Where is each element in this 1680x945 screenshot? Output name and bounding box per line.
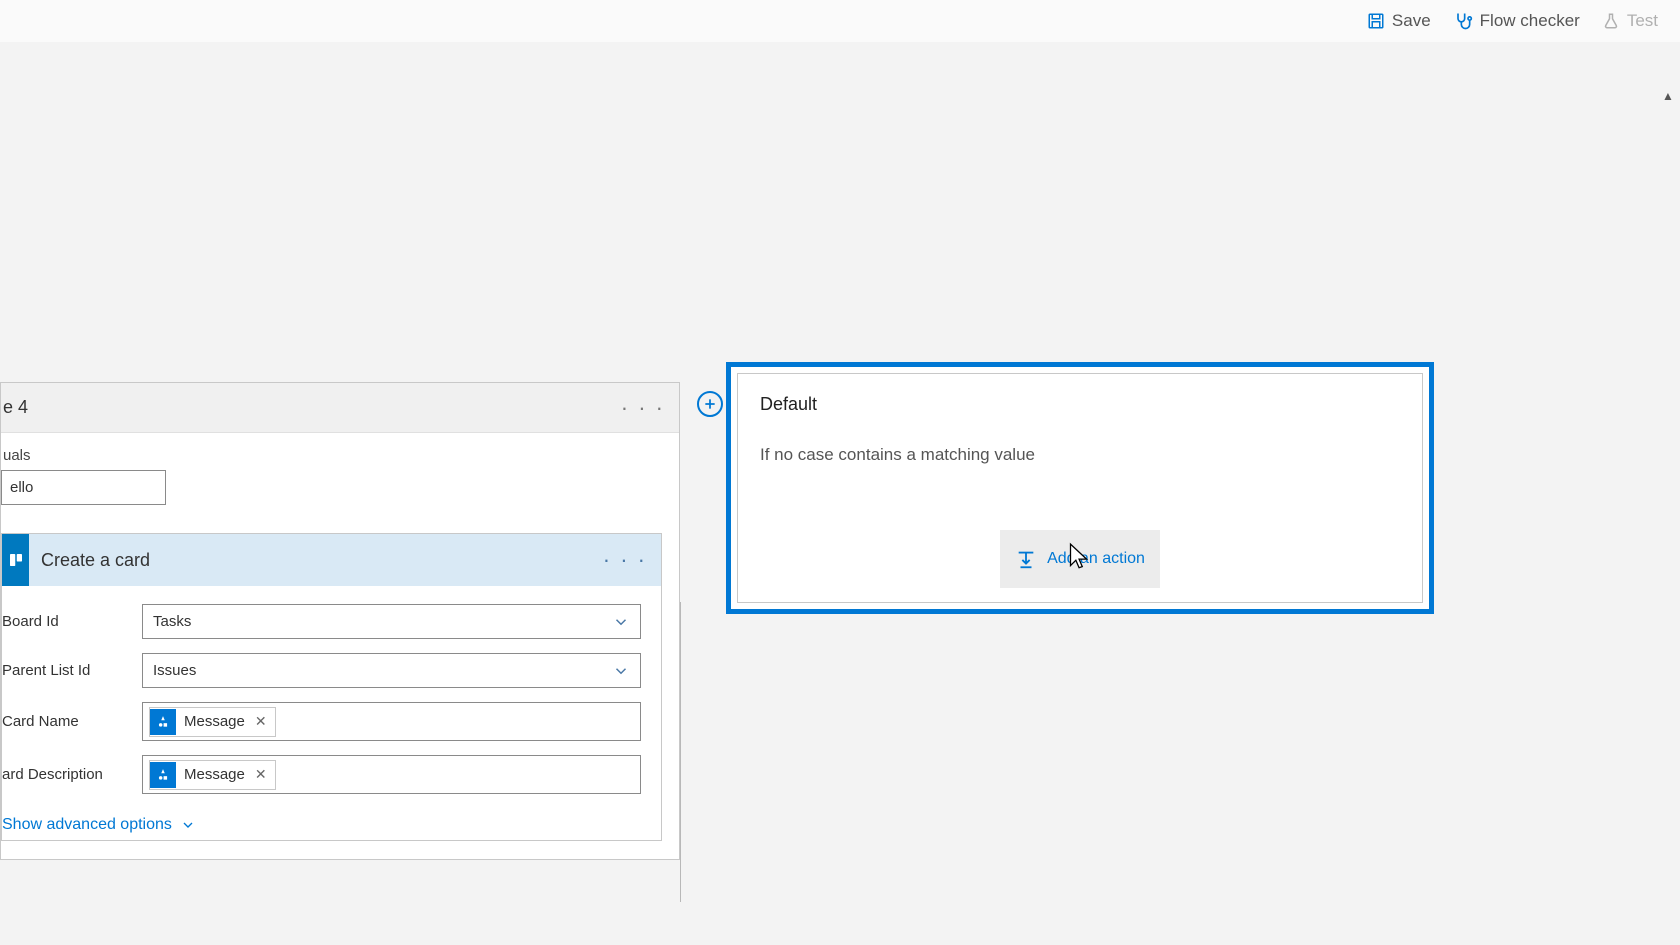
action-card-create-card: Create a card · · · Board Id Tasks Paren… bbox=[1, 533, 662, 841]
parent-list-id-select[interactable]: Issues bbox=[142, 653, 641, 688]
board-id-label: Board Id bbox=[2, 613, 142, 630]
default-description: If no case contains a matching value bbox=[760, 445, 1400, 465]
action-menu-button[interactable]: · · · bbox=[603, 547, 647, 573]
advanced-label: Show advanced options bbox=[2, 816, 172, 834]
action-header[interactable]: Create a card · · · bbox=[2, 534, 661, 586]
parent-list-id-value: Issues bbox=[153, 662, 196, 679]
chevron-down-icon bbox=[612, 662, 630, 680]
case-value-input[interactable] bbox=[1, 470, 166, 505]
token-label: Message bbox=[184, 766, 245, 783]
case-header[interactable]: e 4 · · · bbox=[1, 383, 679, 433]
token-label: Message bbox=[184, 713, 245, 730]
scroll-up-icon[interactable]: ▲ bbox=[1660, 88, 1676, 104]
add-action-label: Add an action bbox=[1047, 550, 1145, 568]
token-remove-button[interactable]: ✕ bbox=[253, 713, 269, 730]
test-label: Test bbox=[1627, 11, 1658, 31]
action-body: Board Id Tasks Parent List Id Issues bbox=[2, 586, 661, 840]
dynamic-token-message[interactable]: Message ✕ bbox=[149, 760, 276, 790]
card-description-label: ard Description bbox=[2, 766, 142, 783]
save-button[interactable]: Save bbox=[1367, 11, 1431, 31]
add-case-button[interactable] bbox=[697, 391, 723, 417]
dynamic-content-icon bbox=[150, 709, 176, 735]
flow-checker-label: Flow checker bbox=[1480, 11, 1580, 31]
save-label: Save bbox=[1392, 11, 1431, 31]
dynamic-token-message[interactable]: Message ✕ bbox=[149, 707, 276, 737]
trello-icon bbox=[2, 534, 29, 586]
case-menu-button[interactable]: · · · bbox=[621, 395, 665, 421]
connector-line bbox=[680, 602, 681, 902]
equals-label: uals bbox=[1, 447, 659, 464]
chevron-down-icon bbox=[612, 613, 630, 631]
stethoscope-icon bbox=[1453, 11, 1473, 31]
token-remove-button[interactable]: ✕ bbox=[253, 766, 269, 783]
save-icon bbox=[1367, 12, 1385, 30]
chevron-down-icon bbox=[180, 817, 196, 833]
designer-canvas[interactable]: ▲ e 4 · · · uals Create a card · · · bbox=[0, 42, 1680, 945]
case-body: uals Create a card · · · Board Id bbox=[1, 433, 679, 859]
test-button[interactable]: Test bbox=[1602, 11, 1658, 31]
parent-list-id-label: Parent List Id bbox=[2, 662, 142, 679]
card-name-input[interactable]: Message ✕ bbox=[142, 702, 641, 741]
case-title: e 4 bbox=[1, 397, 28, 418]
board-id-value: Tasks bbox=[153, 613, 191, 630]
flow-checker-button[interactable]: Flow checker bbox=[1453, 11, 1580, 31]
card-description-input[interactable]: Message ✕ bbox=[142, 755, 641, 794]
board-id-select[interactable]: Tasks bbox=[142, 604, 641, 639]
action-title: Create a card bbox=[41, 550, 150, 571]
case-card: e 4 · · · uals Create a card · · · bbox=[0, 382, 680, 860]
card-name-label: Card Name bbox=[2, 713, 142, 730]
add-action-icon bbox=[1015, 548, 1037, 570]
add-action-button[interactable]: Add an action bbox=[1000, 530, 1160, 588]
default-branch-card[interactable]: Default If no case contains a matching v… bbox=[726, 362, 1434, 614]
dynamic-content-icon bbox=[150, 762, 176, 788]
top-toolbar: Save Flow checker Test bbox=[0, 0, 1680, 42]
flask-icon bbox=[1602, 12, 1620, 30]
show-advanced-options-link[interactable]: Show advanced options bbox=[2, 808, 641, 834]
default-title: Default bbox=[760, 394, 1400, 415]
